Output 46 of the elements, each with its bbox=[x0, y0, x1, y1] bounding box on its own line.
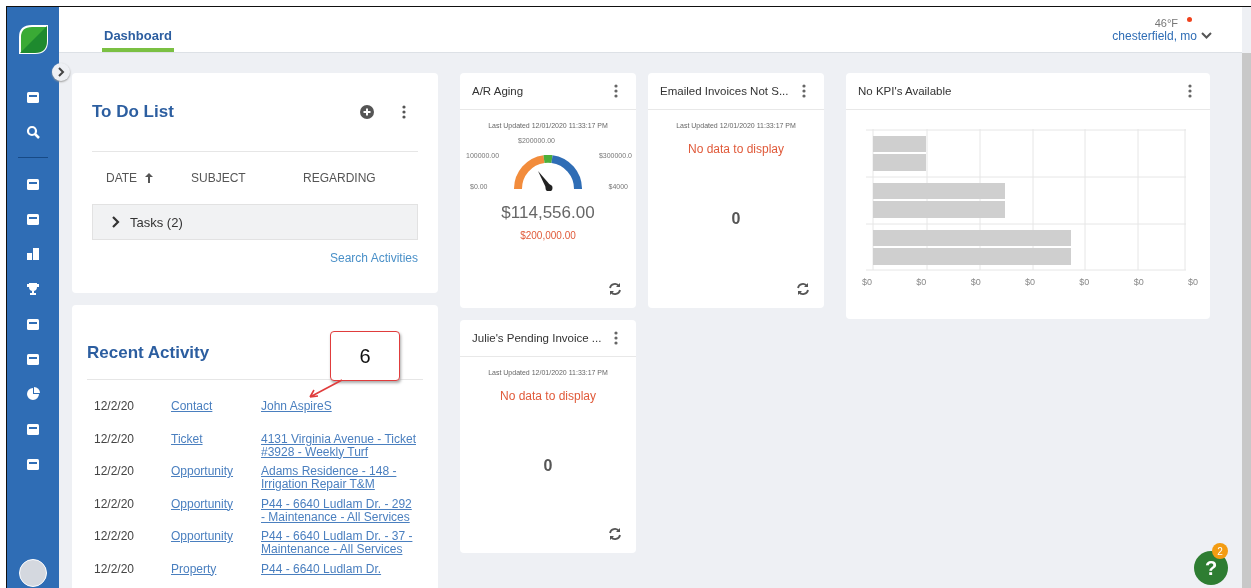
axis-tick-label: $0 bbox=[970, 277, 981, 287]
callout-number: 6 bbox=[330, 331, 400, 381]
activity-date: 12/2/20 bbox=[94, 398, 136, 413]
axis-tick-label: $0 bbox=[1133, 277, 1144, 287]
axis-tick-label: $0 bbox=[1079, 277, 1090, 287]
activity-type-link[interactable]: Opportunity bbox=[171, 528, 261, 543]
aging-amount: $114,556.00 bbox=[501, 203, 595, 223]
activity-link[interactable]: P44 - 6640 Ludlam Dr. - 292 - Maintenance - All Services bbox=[261, 495, 416, 524]
activity-link[interactable]: P44 - 6640 Ludlam Dr. - 37 - Maintenance - All Services bbox=[261, 528, 416, 556]
widget-title: A/R Aging bbox=[472, 85, 524, 97]
activity-type-link[interactable]: Property bbox=[171, 560, 261, 576]
activity-type-link[interactable]: Opportunity bbox=[171, 463, 261, 478]
activity-link[interactable]: Adams Residence - 148 - Irrigation Repair T&M bbox=[261, 463, 416, 491]
column-header[interactable]: DATE bbox=[106, 171, 191, 185]
activity-type-link[interactable]: Ticket bbox=[171, 430, 261, 446]
notification-badge: 2 bbox=[1212, 543, 1228, 559]
no-data-message: No data to display bbox=[499, 389, 597, 403]
activity-date: 12/2/20 bbox=[94, 430, 136, 446]
activity-link[interactable]: P44 - 6640 Ludlam Dr. bbox=[261, 560, 416, 576]
activity-date: 12/2/20 bbox=[94, 495, 136, 511]
axis-tick-label: $0 bbox=[916, 277, 927, 287]
activity-date: 12/2/20 bbox=[94, 560, 136, 576]
location-dropdown[interactable]: chesterfield, mo bbox=[1112, 29, 1212, 43]
tasks-group-row[interactable]: Tasks (2) bbox=[92, 204, 418, 240]
widget-title: Julie's Pending Invoice ... bbox=[472, 332, 602, 344]
no-data-message: No data to display bbox=[687, 142, 785, 156]
card-title: To Do List bbox=[92, 102, 175, 122]
column-header[interactable]: REGARDING bbox=[303, 171, 376, 185]
count-value: 0 bbox=[731, 210, 741, 228]
column-header[interactable]: SUBJECT bbox=[191, 171, 303, 185]
activity-type-link[interactable]: Opportunity bbox=[171, 495, 261, 511]
axis-tick-label: $0 bbox=[1187, 277, 1198, 287]
activity-link[interactable]: John AspireS bbox=[261, 398, 416, 413]
count-value: 0 bbox=[543, 457, 553, 475]
dashboard-tab[interactable]: Dashboard bbox=[102, 7, 174, 52]
target-amount: $200,000.00 bbox=[520, 230, 576, 241]
axis-tick-label: $0 bbox=[862, 277, 872, 287]
widget-title: No KPI's Available bbox=[858, 85, 952, 97]
widget-title: Emailed Invoices Not S... bbox=[660, 85, 789, 97]
activity-type-link[interactable]: Contact bbox=[171, 398, 261, 413]
temperature: 46°F bbox=[1154, 17, 1178, 29]
axis-tick-label: $0 bbox=[1025, 277, 1035, 287]
activity-link[interactable]: 4131 Virginia Avenue - Ticket #3928 - Weekly Turf bbox=[261, 430, 416, 459]
activity-date: 12/2/20 bbox=[94, 463, 136, 478]
activity-date: 12/2/20 bbox=[94, 528, 136, 543]
search-activities-link[interactable]: Search Activities bbox=[92, 251, 418, 265]
